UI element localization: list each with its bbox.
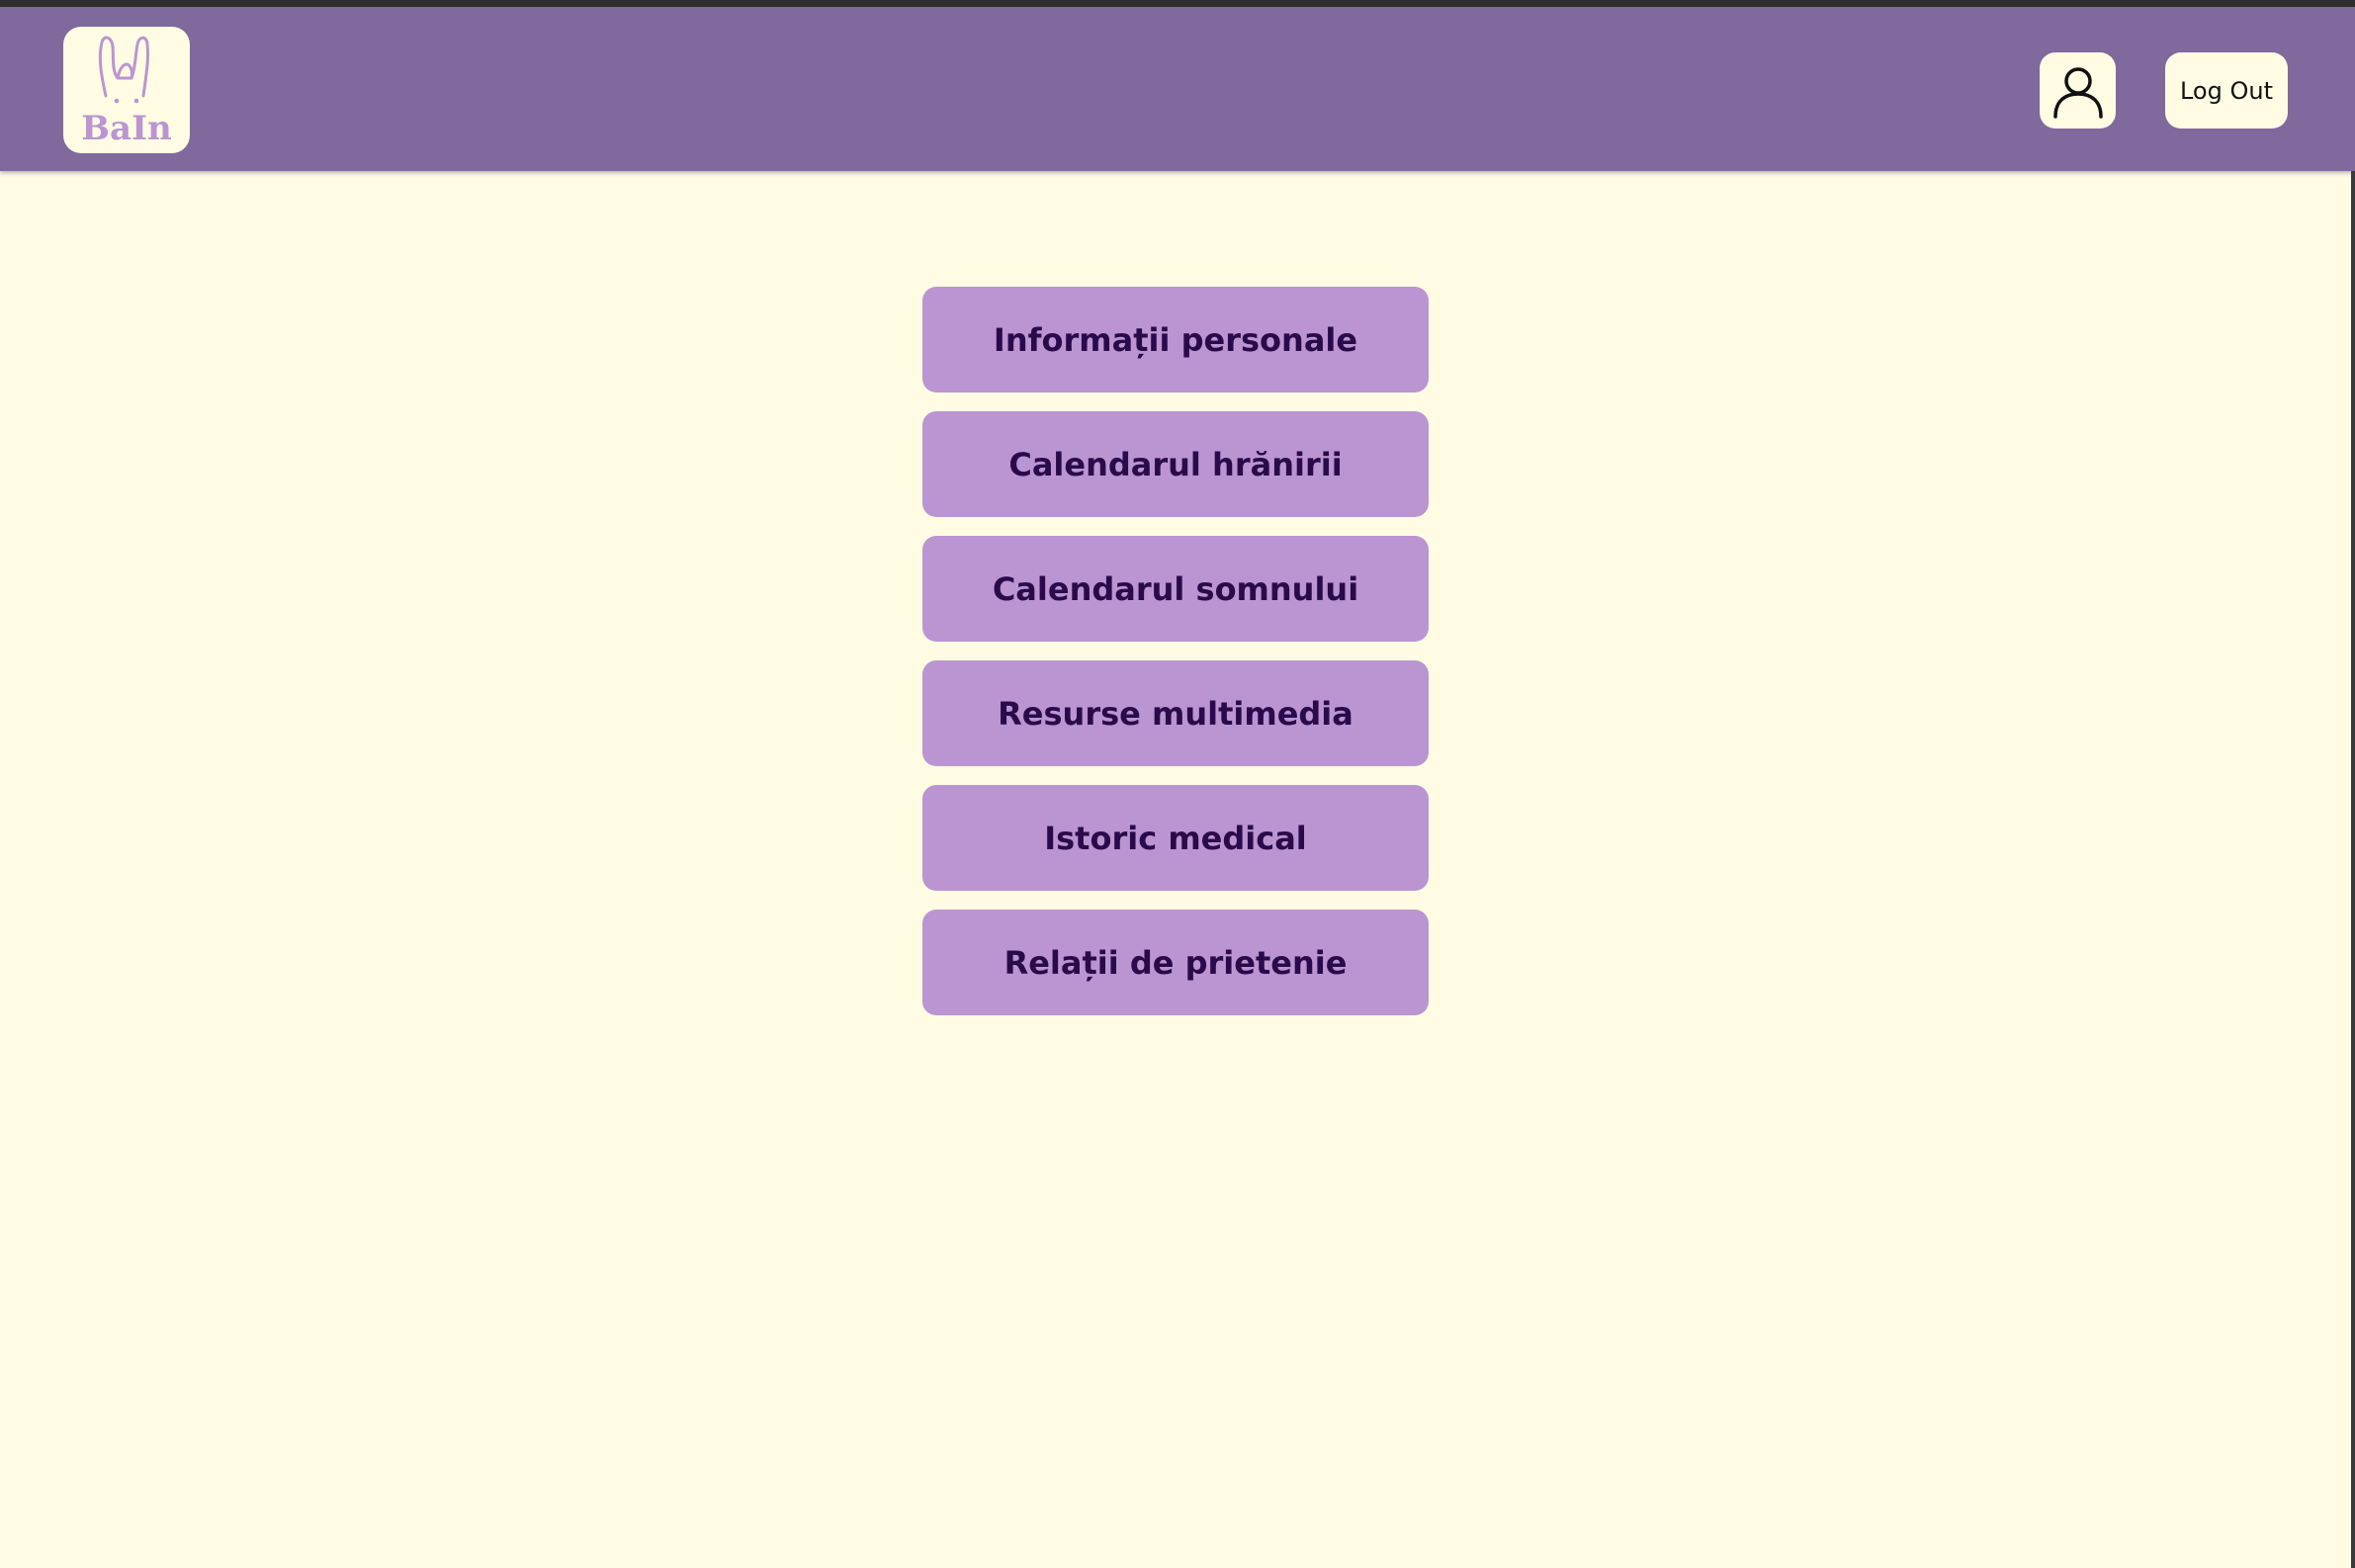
app-logo[interactable]: BaIn bbox=[63, 27, 190, 153]
profile-button[interactable] bbox=[2040, 52, 2116, 129]
feeding-calendar-button[interactable]: Calendarul hrănirii bbox=[922, 411, 1429, 517]
multimedia-resources-button[interactable]: Resurse multimedia bbox=[922, 660, 1429, 766]
friendships-button[interactable]: Relații de prietenie bbox=[922, 910, 1429, 1015]
user-icon bbox=[2052, 66, 2103, 119]
window-top-border bbox=[0, 0, 2355, 7]
main-menu: Informații personale Calendarul hrănirii… bbox=[922, 287, 1429, 1034]
bunny-logo-icon: BaIn bbox=[81, 36, 172, 148]
sleep-calendar-button[interactable]: Calendarul somnului bbox=[922, 536, 1429, 642]
top-navbar: BaIn Log Out bbox=[0, 7, 2355, 171]
window-right-border bbox=[2351, 171, 2355, 1568]
personal-info-button[interactable]: Informații personale bbox=[922, 287, 1429, 392]
medical-history-button[interactable]: Istoric medical bbox=[922, 785, 1429, 891]
logo-text: BaIn bbox=[81, 109, 171, 148]
logout-button[interactable]: Log Out bbox=[2165, 52, 2288, 129]
